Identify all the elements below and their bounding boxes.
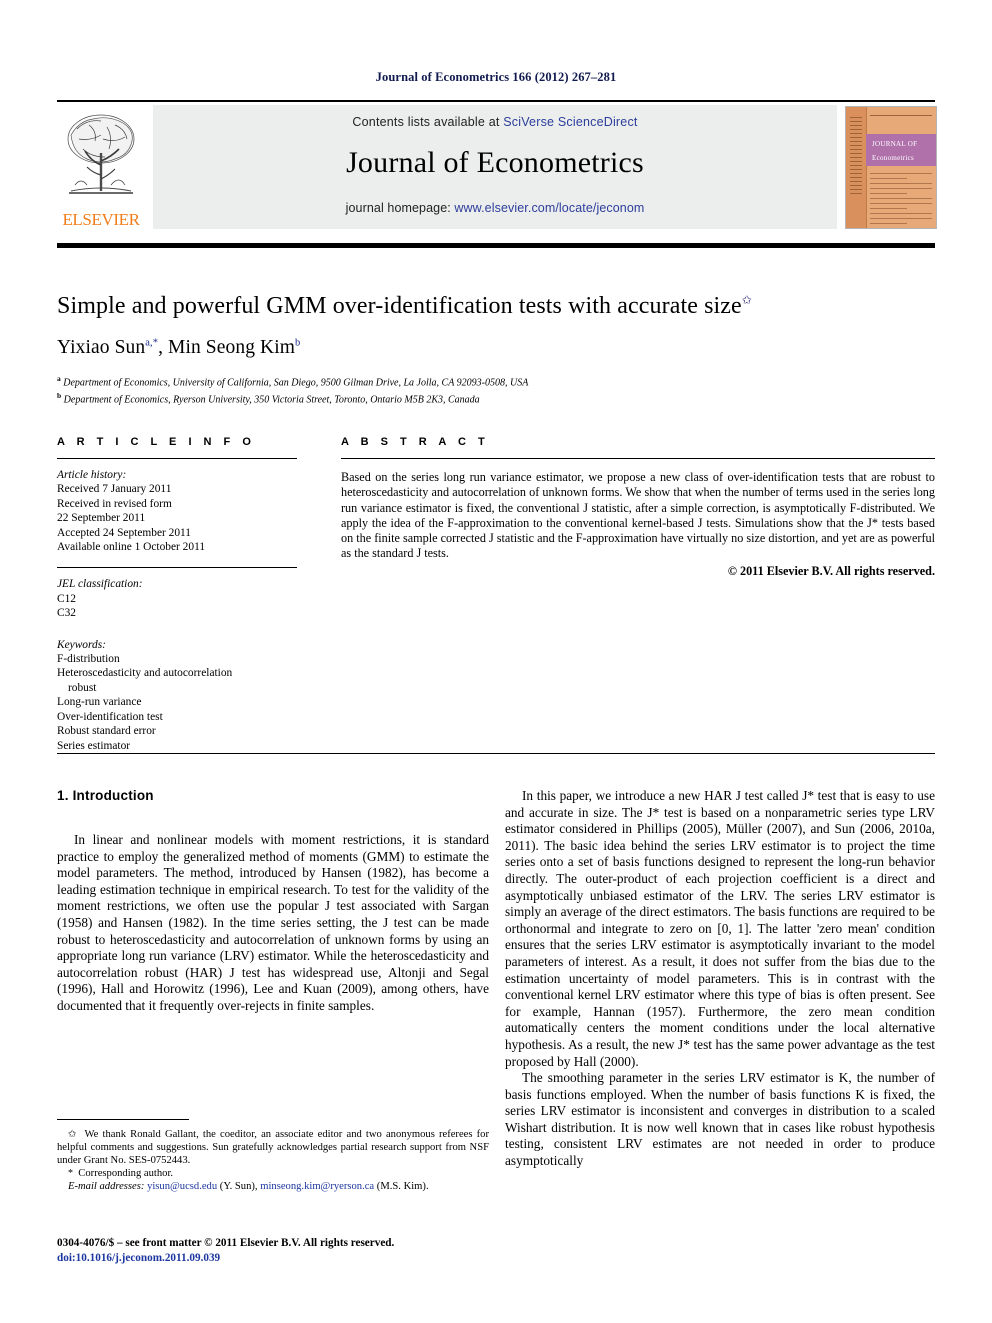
masthead-bottom-rule bbox=[57, 243, 935, 248]
jel-classification-title: JEL classification: bbox=[57, 578, 143, 591]
contents-available-line: Contents lists available at SciVerse Sci… bbox=[153, 115, 837, 129]
email-link-kim[interactable]: minseong.kim@ryerson.ca bbox=[260, 1181, 374, 1192]
journal-title: Journal of Econometrics bbox=[346, 146, 644, 179]
affiliation-a-text: Department of Economics, University of C… bbox=[63, 377, 529, 389]
affiliation-b-marker: b bbox=[57, 391, 62, 401]
elsevier-wordmark: ELSEVIER bbox=[62, 210, 140, 229]
jel-code-1: C12 bbox=[57, 592, 76, 605]
cover-title-line2: Econometrics bbox=[872, 154, 915, 162]
paragraph-intro-3: The smoothing parameter in the series LR… bbox=[505, 1070, 935, 1169]
keyword-1: F-distribution bbox=[57, 653, 120, 666]
abstract-column: A B S T R A C T Based on the series long… bbox=[341, 436, 935, 579]
abstract-heading: A B S T R A C T bbox=[341, 436, 490, 448]
abstract-rule bbox=[341, 458, 935, 459]
sciencedirect-link[interactable]: SciVerse ScienceDirect bbox=[503, 115, 637, 129]
jel-code-2: C32 bbox=[57, 607, 76, 620]
article-info-rule bbox=[57, 458, 297, 459]
footnote-corresponding-text: Corresponding author. bbox=[78, 1168, 174, 1180]
journal-homepage-line: journal homepage: www.elsevier.com/locat… bbox=[153, 201, 837, 215]
masthead-banner: Contents lists available at SciVerse Sci… bbox=[153, 105, 837, 229]
section-heading-introduction: 1. Introduction bbox=[57, 788, 154, 803]
masthead-top-rule bbox=[57, 100, 935, 102]
article-history-line-3: 22 September 2011 bbox=[57, 512, 146, 525]
article-history-line-2: Received in revised form bbox=[57, 497, 172, 510]
cover-top-rule bbox=[870, 115, 932, 116]
doi-link[interactable]: doi:10.1016/j.jeconom.2011.09.039 bbox=[57, 1251, 489, 1266]
author-list: Yixiao Suna,*, Min Seong Kimb bbox=[57, 337, 935, 359]
email-owner-kim: (M.S. Kim). bbox=[376, 1181, 429, 1193]
author-2-name[interactable]: Min Seong Kim bbox=[168, 337, 295, 358]
body-column-right: In this paper, we introduce a new HAR J … bbox=[505, 788, 935, 1170]
email-owner-sun: (Y. Sun), bbox=[219, 1181, 258, 1193]
title-block: Simple and powerful GMM over-identificat… bbox=[57, 286, 935, 407]
paragraph-intro-2: In this paper, we introduce a new HAR J … bbox=[505, 788, 935, 1069]
page-title: Simple and powerful GMM over-identificat… bbox=[57, 286, 935, 320]
article-page: Journal of Econometrics 166 (2012) 267–2… bbox=[0, 0, 992, 1323]
keyword-2: Heteroscedasticity and autocorrelation bbox=[57, 667, 233, 680]
article-history-line-1: Received 7 January 2011 bbox=[57, 483, 172, 496]
cover-title-line1: JOURNAL OF bbox=[872, 140, 918, 148]
article-history-group: Article history: Received 7 January 2011… bbox=[57, 468, 297, 554]
cover-spine bbox=[846, 107, 867, 228]
body-column-left: 1. Introduction In linear and nonlinear … bbox=[57, 788, 489, 1015]
footnote-emails: E-mail addresses: yisun@ucsd.edu (Y. Sun… bbox=[57, 1180, 489, 1193]
issn-copyright-line: 0304-4076/$ – see front matter © 2011 El… bbox=[57, 1237, 395, 1249]
keywords-title: Keywords: bbox=[57, 638, 106, 651]
author-separator: , bbox=[158, 337, 169, 358]
elsevier-tree-icon bbox=[67, 114, 135, 194]
journal-masthead: ELSEVIER Contents lists available at Sci… bbox=[57, 103, 937, 230]
author-1-affiliation-marker[interactable]: a,* bbox=[145, 338, 158, 349]
article-history-line-4: Accepted 24 September 2011 bbox=[57, 526, 192, 539]
contents-prefix-text: Contents lists available at bbox=[352, 115, 504, 129]
affiliation-b-text: Department of Economics, Ryerson Univers… bbox=[63, 394, 480, 406]
article-info-column: A R T I C L E I N F O Article history: R… bbox=[57, 436, 297, 753]
footnote-corresponding-marker: * bbox=[68, 1168, 73, 1180]
affiliation-list: a Department of Economics, University of… bbox=[57, 372, 935, 407]
footnote-corresponding-author: * Corresponding author. bbox=[57, 1167, 489, 1180]
affiliation-b: b Department of Economics, Ryerson Unive… bbox=[57, 389, 935, 406]
article-history-title: Article history: bbox=[57, 469, 127, 481]
title-footnote-marker[interactable]: ✩ bbox=[742, 293, 752, 307]
keyword-2-continuation: robust bbox=[68, 681, 97, 694]
journal-homepage-link[interactable]: www.elsevier.com/locate/jeconom bbox=[454, 201, 644, 215]
keyword-5: Robust standard error bbox=[57, 725, 156, 738]
keyword-3: Long-run variance bbox=[57, 696, 142, 709]
footnote-rule bbox=[57, 1119, 189, 1120]
article-history-line-5: Available online 1 October 2011 bbox=[57, 541, 206, 554]
running-head: Journal of Econometrics 166 (2012) 267–2… bbox=[375, 70, 617, 84]
footnote-acknowledgement: ✩ We thank Ronald Gallant, the coeditor,… bbox=[57, 1128, 489, 1167]
abstract-text: Based on the series long run variance es… bbox=[341, 470, 935, 561]
email-addresses-label: E-mail addresses: bbox=[68, 1181, 145, 1193]
affiliation-a-marker: a bbox=[57, 374, 61, 383]
cover-contents-lines bbox=[870, 173, 932, 228]
footnote-acknowledgement-marker: ✩ bbox=[68, 1129, 77, 1140]
article-info-heading: A R T I C L E I N F O bbox=[57, 436, 256, 448]
journal-cover-thumbnail[interactable]: JOURNAL OF Econometrics bbox=[845, 106, 937, 229]
abstract-copyright: © 2011 Elsevier B.V. All rights reserved… bbox=[727, 563, 935, 578]
keywords-group: Keywords: F-distribution Heteroscedastic… bbox=[57, 638, 297, 753]
footnote-acknowledgement-text: We thank Ronald Gallant, the coeditor, a… bbox=[57, 1129, 489, 1167]
elsevier-logo: ELSEVIER bbox=[57, 105, 145, 230]
author-2-affiliation-marker[interactable]: b bbox=[295, 338, 300, 349]
paragraph-intro-1: In linear and nonlinear models with mome… bbox=[57, 832, 489, 1013]
email-link-sun[interactable]: yisun@ucsd.edu bbox=[147, 1181, 217, 1192]
cover-title-band: JOURNAL OF Econometrics bbox=[866, 134, 936, 166]
homepage-prefix-text: journal homepage: bbox=[345, 201, 455, 215]
jel-classification-group: JEL classification: C12 C32 bbox=[57, 577, 297, 620]
imprint-block: 0304-4076/$ – see front matter © 2011 El… bbox=[57, 1236, 489, 1265]
article-history-separator bbox=[57, 567, 297, 569]
keyword-6: Series estimator bbox=[57, 739, 131, 752]
keyword-4: Over-identification test bbox=[57, 710, 163, 723]
cover-spine-lines bbox=[850, 117, 862, 197]
affiliation-a: a Department of Economics, University of… bbox=[57, 372, 935, 389]
info-abstract-bottom-rule bbox=[57, 753, 935, 754]
footnote-block: ✩ We thank Ronald Gallant, the coeditor,… bbox=[57, 1128, 489, 1193]
paper-title-text: Simple and powerful GMM over-identificat… bbox=[57, 293, 742, 319]
author-1-name[interactable]: Yixiao Sun bbox=[57, 337, 145, 358]
